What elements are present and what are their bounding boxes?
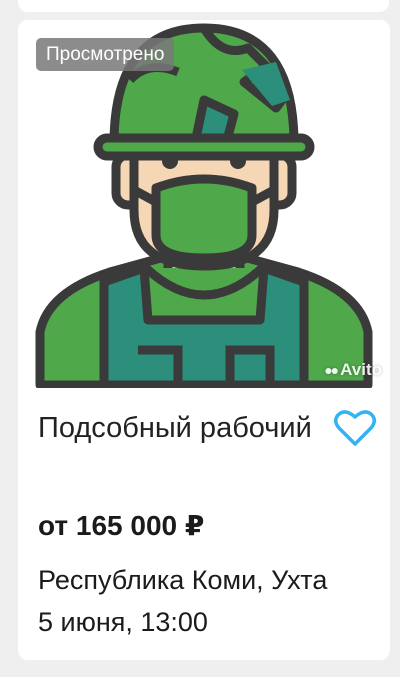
favorite-button[interactable] xyxy=(333,408,377,448)
soldier-avatar-icon xyxy=(35,23,373,388)
avito-watermark: ●● Avito xyxy=(324,360,382,380)
previous-listing-card-edge[interactable] xyxy=(18,0,389,12)
listing-photo[interactable]: Просмотрено ●● Avito xyxy=(18,20,390,388)
listing-location: Республика Коми, Ухта xyxy=(38,565,328,595)
listing-card[interactable]: Просмотрено ●● Avito Подсобный рабочий о… xyxy=(18,20,390,660)
avito-logo-icon: ●● xyxy=(324,362,339,378)
listing-price: от 165 000 ₽ xyxy=(38,510,205,541)
listing-date: 5 июня, 13:00 xyxy=(38,607,208,637)
watermark-text: Avito xyxy=(340,360,382,379)
heart-outline-icon xyxy=(334,410,376,446)
listing-title[interactable]: Подсобный рабочий xyxy=(38,408,338,448)
viewed-badge: Просмотрено xyxy=(36,38,175,71)
